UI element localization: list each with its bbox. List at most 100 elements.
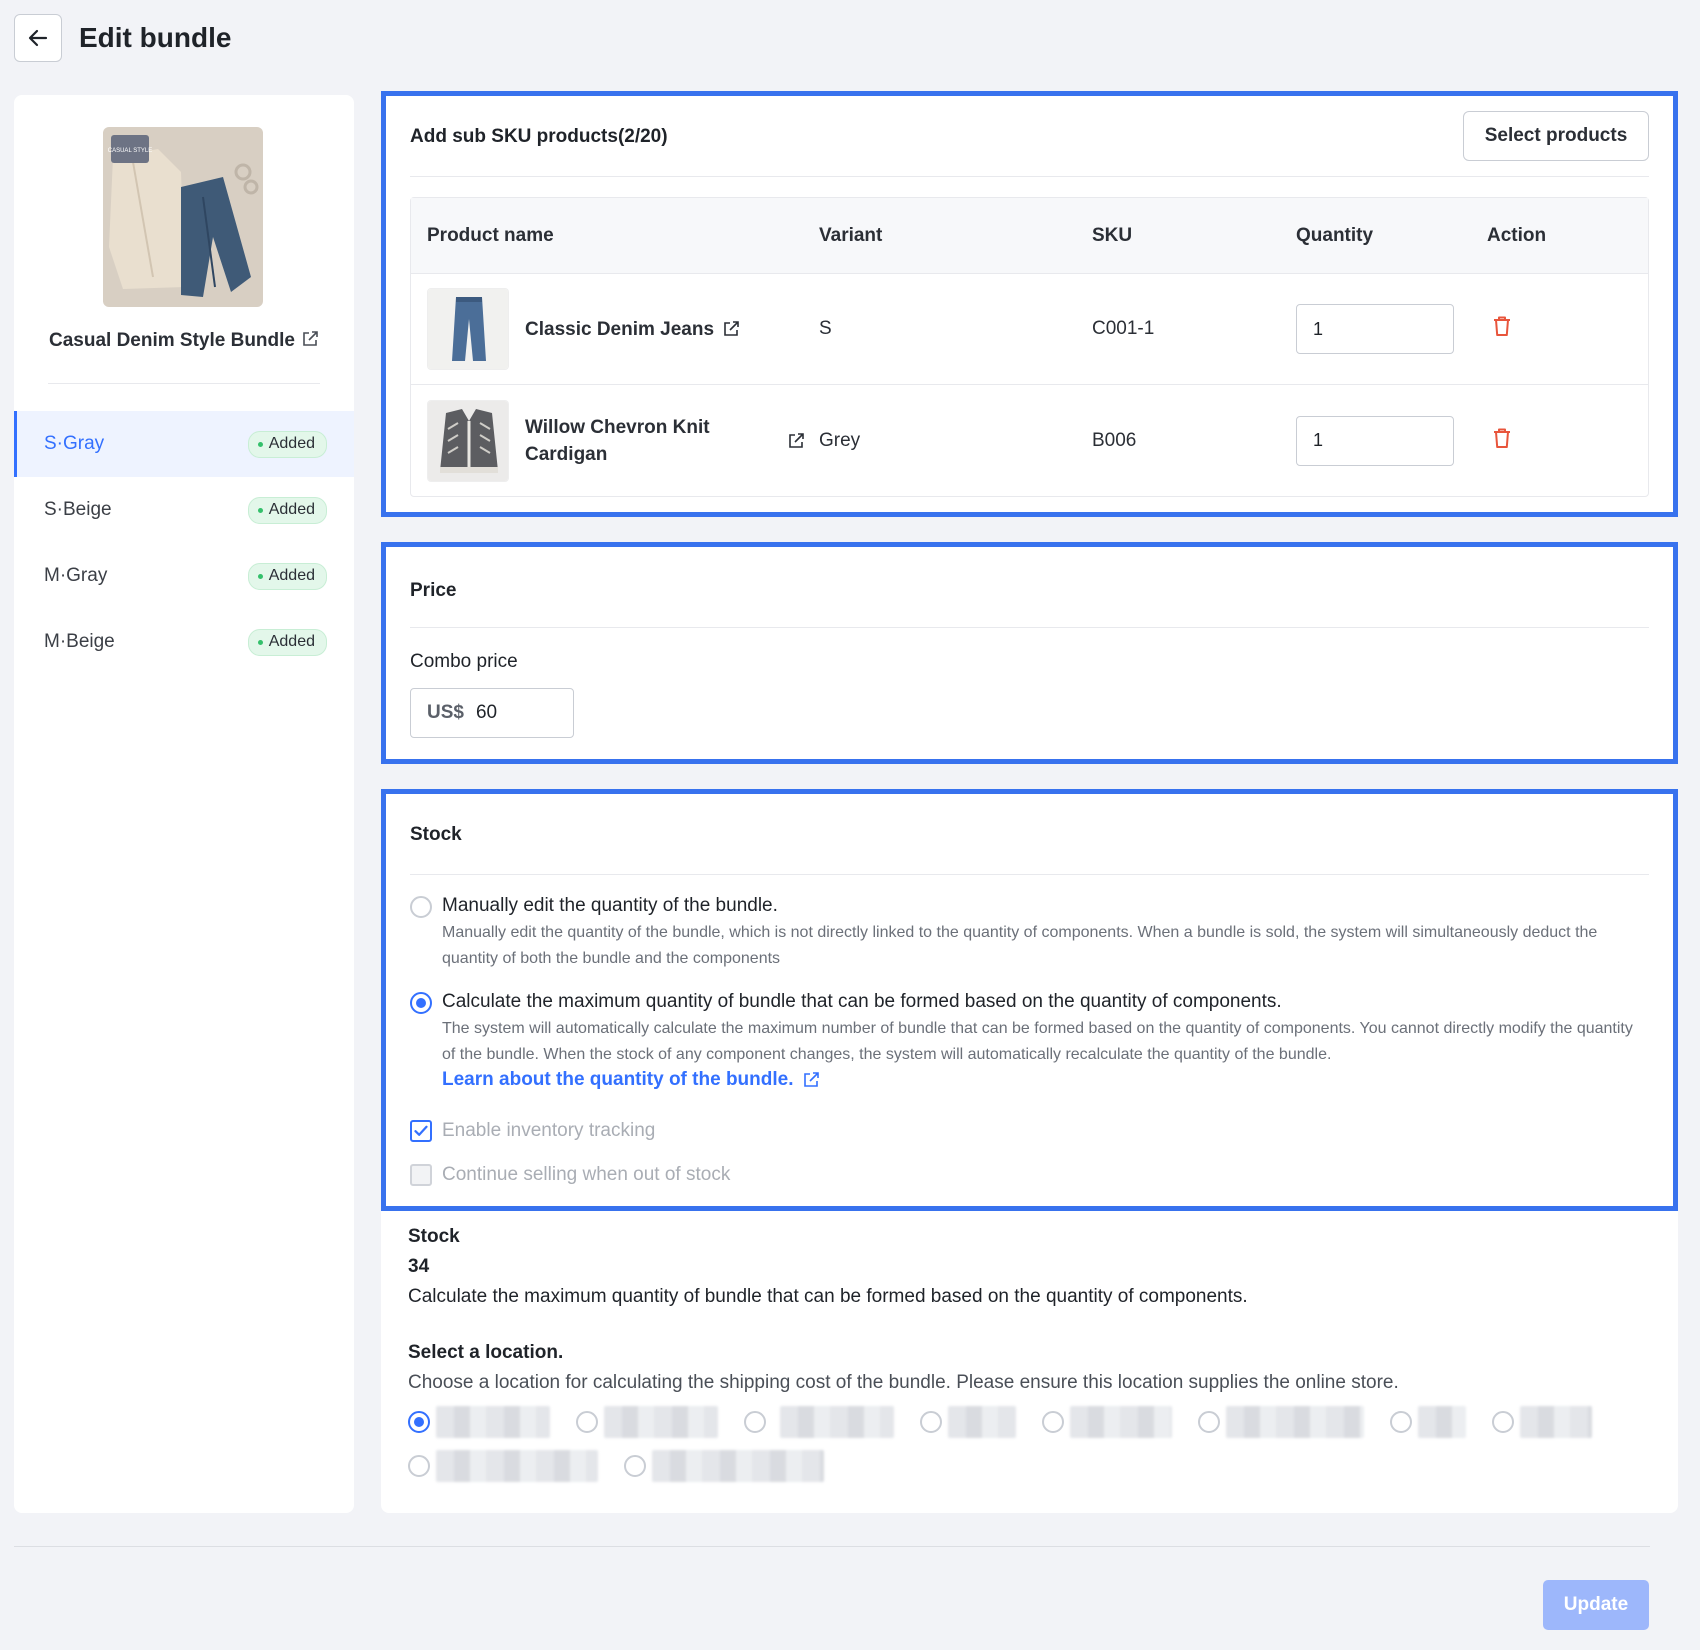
location-option[interactable] <box>744 1406 894 1438</box>
redacted-location-name <box>652 1450 824 1482</box>
checkbox-continue-selling[interactable] <box>410 1164 432 1186</box>
external-link-icon[interactable] <box>787 432 805 450</box>
stock-panel: Stock Manually edit the quantity of the … <box>381 789 1678 1211</box>
sub-sku-title: Add sub SKU products(2/20) <box>410 126 668 147</box>
price-panel: Price Combo price US$ 60 <box>381 542 1678 764</box>
variant-item-m-beige[interactable]: M·Beige Added <box>14 609 354 675</box>
enable-tracking-row[interactable]: Enable inventory tracking <box>410 1120 655 1142</box>
location-radio[interactable] <box>576 1411 598 1433</box>
continue-selling-row[interactable]: Continue selling when out of stock <box>410 1164 730 1186</box>
location-options-row-2 <box>408 1450 850 1482</box>
bundle-name-text: Casual Denim Style Bundle <box>48 330 295 351</box>
sku-cell: B006 <box>1092 429 1137 451</box>
learn-more-link[interactable]: Learn about the quantity of the bundle. <box>442 1069 1649 1091</box>
radio-calculate[interactable] <box>410 992 432 1014</box>
location-radio[interactable] <box>920 1411 942 1433</box>
status-badge: Added <box>247 628 327 656</box>
location-option[interactable] <box>1042 1406 1172 1438</box>
redacted-location-name <box>948 1406 1016 1438</box>
continue-selling-label: Continue selling when out of stock <box>442 1164 731 1185</box>
bundle-sidebar: CASUAL STYLE Casual Denim Style Bundle S… <box>14 95 354 1513</box>
stock-summary-section: Stock 34 Calculate the maximum quantity … <box>381 1211 1678 1513</box>
column-header: Product name <box>427 224 554 246</box>
back-button[interactable] <box>14 14 62 62</box>
redacted-location-name <box>1070 1406 1172 1438</box>
bundle-image-label: CASUAL STYLE <box>108 148 152 154</box>
checkbox-enable-tracking[interactable] <box>410 1120 432 1142</box>
location-radio[interactable] <box>408 1455 430 1477</box>
column-header: Action <box>1487 224 1547 246</box>
variant-item-s-gray[interactable]: S·Gray Added <box>14 411 354 477</box>
sidebar-divider <box>48 383 320 384</box>
sku-table: Product name Variant SKU Quantity Action… <box>410 197 1649 497</box>
redacted-location-name <box>1520 1406 1592 1438</box>
arrow-left-icon <box>28 29 48 47</box>
variant-cell: S <box>819 318 832 339</box>
external-link-icon[interactable] <box>722 320 740 338</box>
location-radio[interactable] <box>744 1411 766 1433</box>
status-badge: Added <box>247 562 327 590</box>
location-radio[interactable] <box>1042 1411 1064 1433</box>
location-radio[interactable] <box>1198 1411 1220 1433</box>
column-header: Quantity <box>1296 224 1374 246</box>
location-option[interactable] <box>576 1406 718 1438</box>
trash-icon[interactable] <box>1492 427 1512 449</box>
enable-tracking-label: Enable inventory tracking <box>442 1120 656 1141</box>
trash-icon[interactable] <box>1492 315 1512 337</box>
select-products-button[interactable]: Select products <box>1463 111 1649 161</box>
location-option[interactable] <box>408 1450 598 1482</box>
variant-item-s-beige[interactable]: S·Beige Added <box>14 477 354 543</box>
redacted-location-name <box>780 1406 894 1438</box>
bundle-name[interactable]: Casual Denim Style Bundle <box>14 330 354 354</box>
location-description: Choose a location for calculating the sh… <box>408 1372 1399 1393</box>
location-option[interactable] <box>1390 1406 1466 1438</box>
table-row: Willow Chevron Knit Cardigan Grey B006 <box>411 385 1648 496</box>
sku-cell: C001-1 <box>1092 318 1155 339</box>
combo-price-value: 60 <box>475 702 498 723</box>
location-radio[interactable] <box>1390 1411 1412 1433</box>
product-name-link[interactable]: Willow Chevron Knit Cardigan <box>525 414 745 468</box>
stock-title: Stock <box>410 824 462 845</box>
combo-price-input[interactable]: US$ 60 <box>410 688 574 738</box>
bundle-image: CASUAL STYLE <box>103 127 263 307</box>
radio-manual[interactable] <box>410 896 432 918</box>
variant-label: M·Beige <box>44 631 115 652</box>
redacted-location-name <box>1226 1406 1364 1438</box>
location-option[interactable] <box>408 1406 550 1438</box>
product-name-link[interactable]: Classic Denim Jeans <box>525 316 714 343</box>
stock-label: Stock <box>408 1226 460 1247</box>
column-header: Variant <box>819 224 883 246</box>
variant-label: S·Beige <box>44 499 112 520</box>
status-badge: Added <box>247 430 327 458</box>
variant-label: M·Gray <box>44 565 108 586</box>
product-thumbnail <box>427 288 509 370</box>
page-title: Edit bundle <box>79 22 232 53</box>
variant-list: S·Gray Added S·Beige Added M·Gray Added … <box>14 411 354 675</box>
location-radio[interactable] <box>408 1411 430 1433</box>
redacted-location-name <box>436 1450 598 1482</box>
location-option[interactable] <box>624 1450 824 1482</box>
location-option[interactable] <box>920 1406 1016 1438</box>
external-link-icon <box>802 1071 820 1089</box>
quantity-input[interactable] <box>1296 415 1454 466</box>
panel-divider <box>410 627 1649 628</box>
external-link-icon[interactable] <box>301 330 319 354</box>
variant-item-m-gray[interactable]: M·Gray Added <box>14 543 354 609</box>
stock-option-calculate[interactable]: Calculate the maximum quantity of bundle… <box>410 989 1649 1091</box>
stock-option-manual[interactable]: Manually edit the quantity of the bundle… <box>410 893 1649 972</box>
sub-sku-panel: Add sub SKU products(2/20) Select produc… <box>381 91 1678 517</box>
price-title: Price <box>410 580 457 601</box>
variant-label: S·Gray <box>44 433 105 454</box>
footer-divider <box>14 1546 1650 1547</box>
location-option[interactable] <box>1198 1406 1364 1438</box>
option-manual-title: Manually edit the quantity of the bundle… <box>442 895 778 916</box>
location-radio[interactable] <box>1492 1411 1514 1433</box>
status-badge: Added <box>247 496 327 524</box>
location-radio[interactable] <box>624 1455 646 1477</box>
quantity-input[interactable] <box>1296 304 1454 354</box>
location-option[interactable] <box>1492 1406 1592 1438</box>
redacted-location-name <box>1418 1406 1466 1438</box>
location-options-row-1 <box>408 1406 1618 1438</box>
redacted-location-name <box>436 1406 550 1438</box>
update-button[interactable]: Update <box>1543 1580 1649 1630</box>
